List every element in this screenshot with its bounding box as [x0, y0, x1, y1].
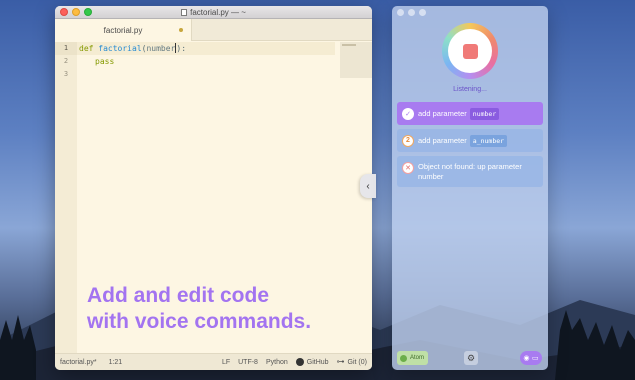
collapse-panel-button[interactable]: ‹ — [360, 174, 376, 198]
voice-panel: Listening... ✓ add parameter number 2 ad… — [392, 6, 548, 370]
line-number: 2 — [63, 57, 69, 65]
command-token: a_number — [469, 134, 508, 147]
window-title-text: factorial.py — ~ — [190, 7, 246, 17]
status-line-ending[interactable]: LF — [222, 359, 230, 366]
wifi-icon: ◉ — [523, 355, 530, 362]
connection-toggle[interactable]: ◉ ▭ — [520, 351, 542, 365]
zoom-panel-button[interactable] — [419, 9, 426, 16]
command-item[interactable]: ✓ add parameter number — [397, 102, 543, 125]
command-error-text: Object not found: up parameter number — [418, 162, 522, 181]
command-token: number — [469, 107, 500, 120]
stop-listening-button[interactable] — [442, 23, 498, 79]
screen-icon: ▭ — [532, 355, 539, 362]
parameter-name: number — [146, 44, 176, 53]
file-icon — [181, 8, 188, 16]
code-line-1[interactable]: def factorial(number): — [79, 42, 186, 55]
status-bar: factorial.py* 1:21 LF UTF-8 Python GitHu… — [55, 353, 372, 370]
error-x-icon: ✕ — [402, 162, 414, 174]
line-number-gutter — [55, 42, 77, 353]
target-app-button[interactable]: Atom — [397, 351, 429, 365]
command-item[interactable]: 2 add parameter a_number — [397, 129, 543, 152]
tab-label: factorial.py — [103, 25, 143, 35]
atom-app-icon — [400, 354, 407, 362]
command-text: add parameter — [418, 136, 467, 145]
promo-caption: Add and edit code with voice commands. — [87, 283, 357, 335]
stop-icon — [462, 43, 478, 59]
modified-dot-icon — [179, 28, 183, 32]
listening-status: Listening... — [453, 86, 487, 93]
status-file-name[interactable]: factorial.py* — [60, 359, 97, 366]
minimap-line — [342, 44, 356, 46]
keyword-def: def — [79, 44, 94, 53]
close-panel-button[interactable] — [397, 9, 404, 16]
target-app-label: Atom — [410, 355, 425, 361]
line-number: 1 — [55, 42, 77, 55]
tab-factorial-py[interactable]: factorial.py — [55, 19, 192, 41]
chevron-left-icon: ‹ — [366, 180, 370, 192]
paren-close: ): — [176, 44, 187, 53]
git-label: Git (0) — [347, 358, 367, 366]
close-window-button[interactable] — [60, 8, 68, 16]
command-item-error[interactable]: ✕ Object not found: up parameter number — [397, 156, 543, 187]
tab-bar: factorial.py — [55, 19, 372, 41]
panel-footer: Atom ⚙ ◉ ▭ — [392, 346, 548, 370]
promo-line-1: Add and edit code — [87, 284, 270, 307]
github-label: GitHub — [306, 358, 329, 366]
window-controls — [60, 8, 92, 16]
number-two-icon: 2 — [402, 134, 414, 147]
status-encoding[interactable]: UTF-8 — [238, 359, 258, 366]
keyword-pass: pass — [95, 57, 115, 66]
editor-window: factorial.py — ~ factorial.py 1 2 3 def … — [55, 6, 372, 370]
code-line-2[interactable]: pass — [95, 55, 114, 68]
check-icon: ✓ — [402, 107, 414, 120]
minimap[interactable] — [340, 42, 372, 78]
promo-line-2: with voice commands. — [87, 310, 312, 333]
command-text: add parameter — [418, 109, 467, 118]
gear-icon: ⚙ — [466, 352, 476, 363]
github-icon — [295, 358, 304, 366]
zoom-window-button[interactable] — [84, 8, 92, 16]
line-number: 3 — [63, 70, 69, 78]
status-cursor-position[interactable]: 1:21 — [109, 359, 123, 366]
window-title: factorial.py — ~ — [181, 8, 246, 17]
git-branch-icon: ⊶ — [336, 357, 345, 366]
stop-button-inner — [448, 29, 492, 73]
editor-titlebar: factorial.py — ~ — [55, 6, 372, 19]
status-grammar[interactable]: Python — [266, 359, 288, 366]
status-git-button[interactable]: ⊶ Git (0) — [337, 358, 367, 366]
minimize-panel-button[interactable] — [408, 9, 415, 16]
settings-button[interactable]: ⚙ — [464, 351, 478, 365]
function-name: factorial — [98, 44, 142, 53]
panel-window-controls — [397, 9, 426, 16]
status-github-button[interactable]: GitHub — [295, 358, 329, 366]
minimize-window-button[interactable] — [72, 8, 80, 16]
